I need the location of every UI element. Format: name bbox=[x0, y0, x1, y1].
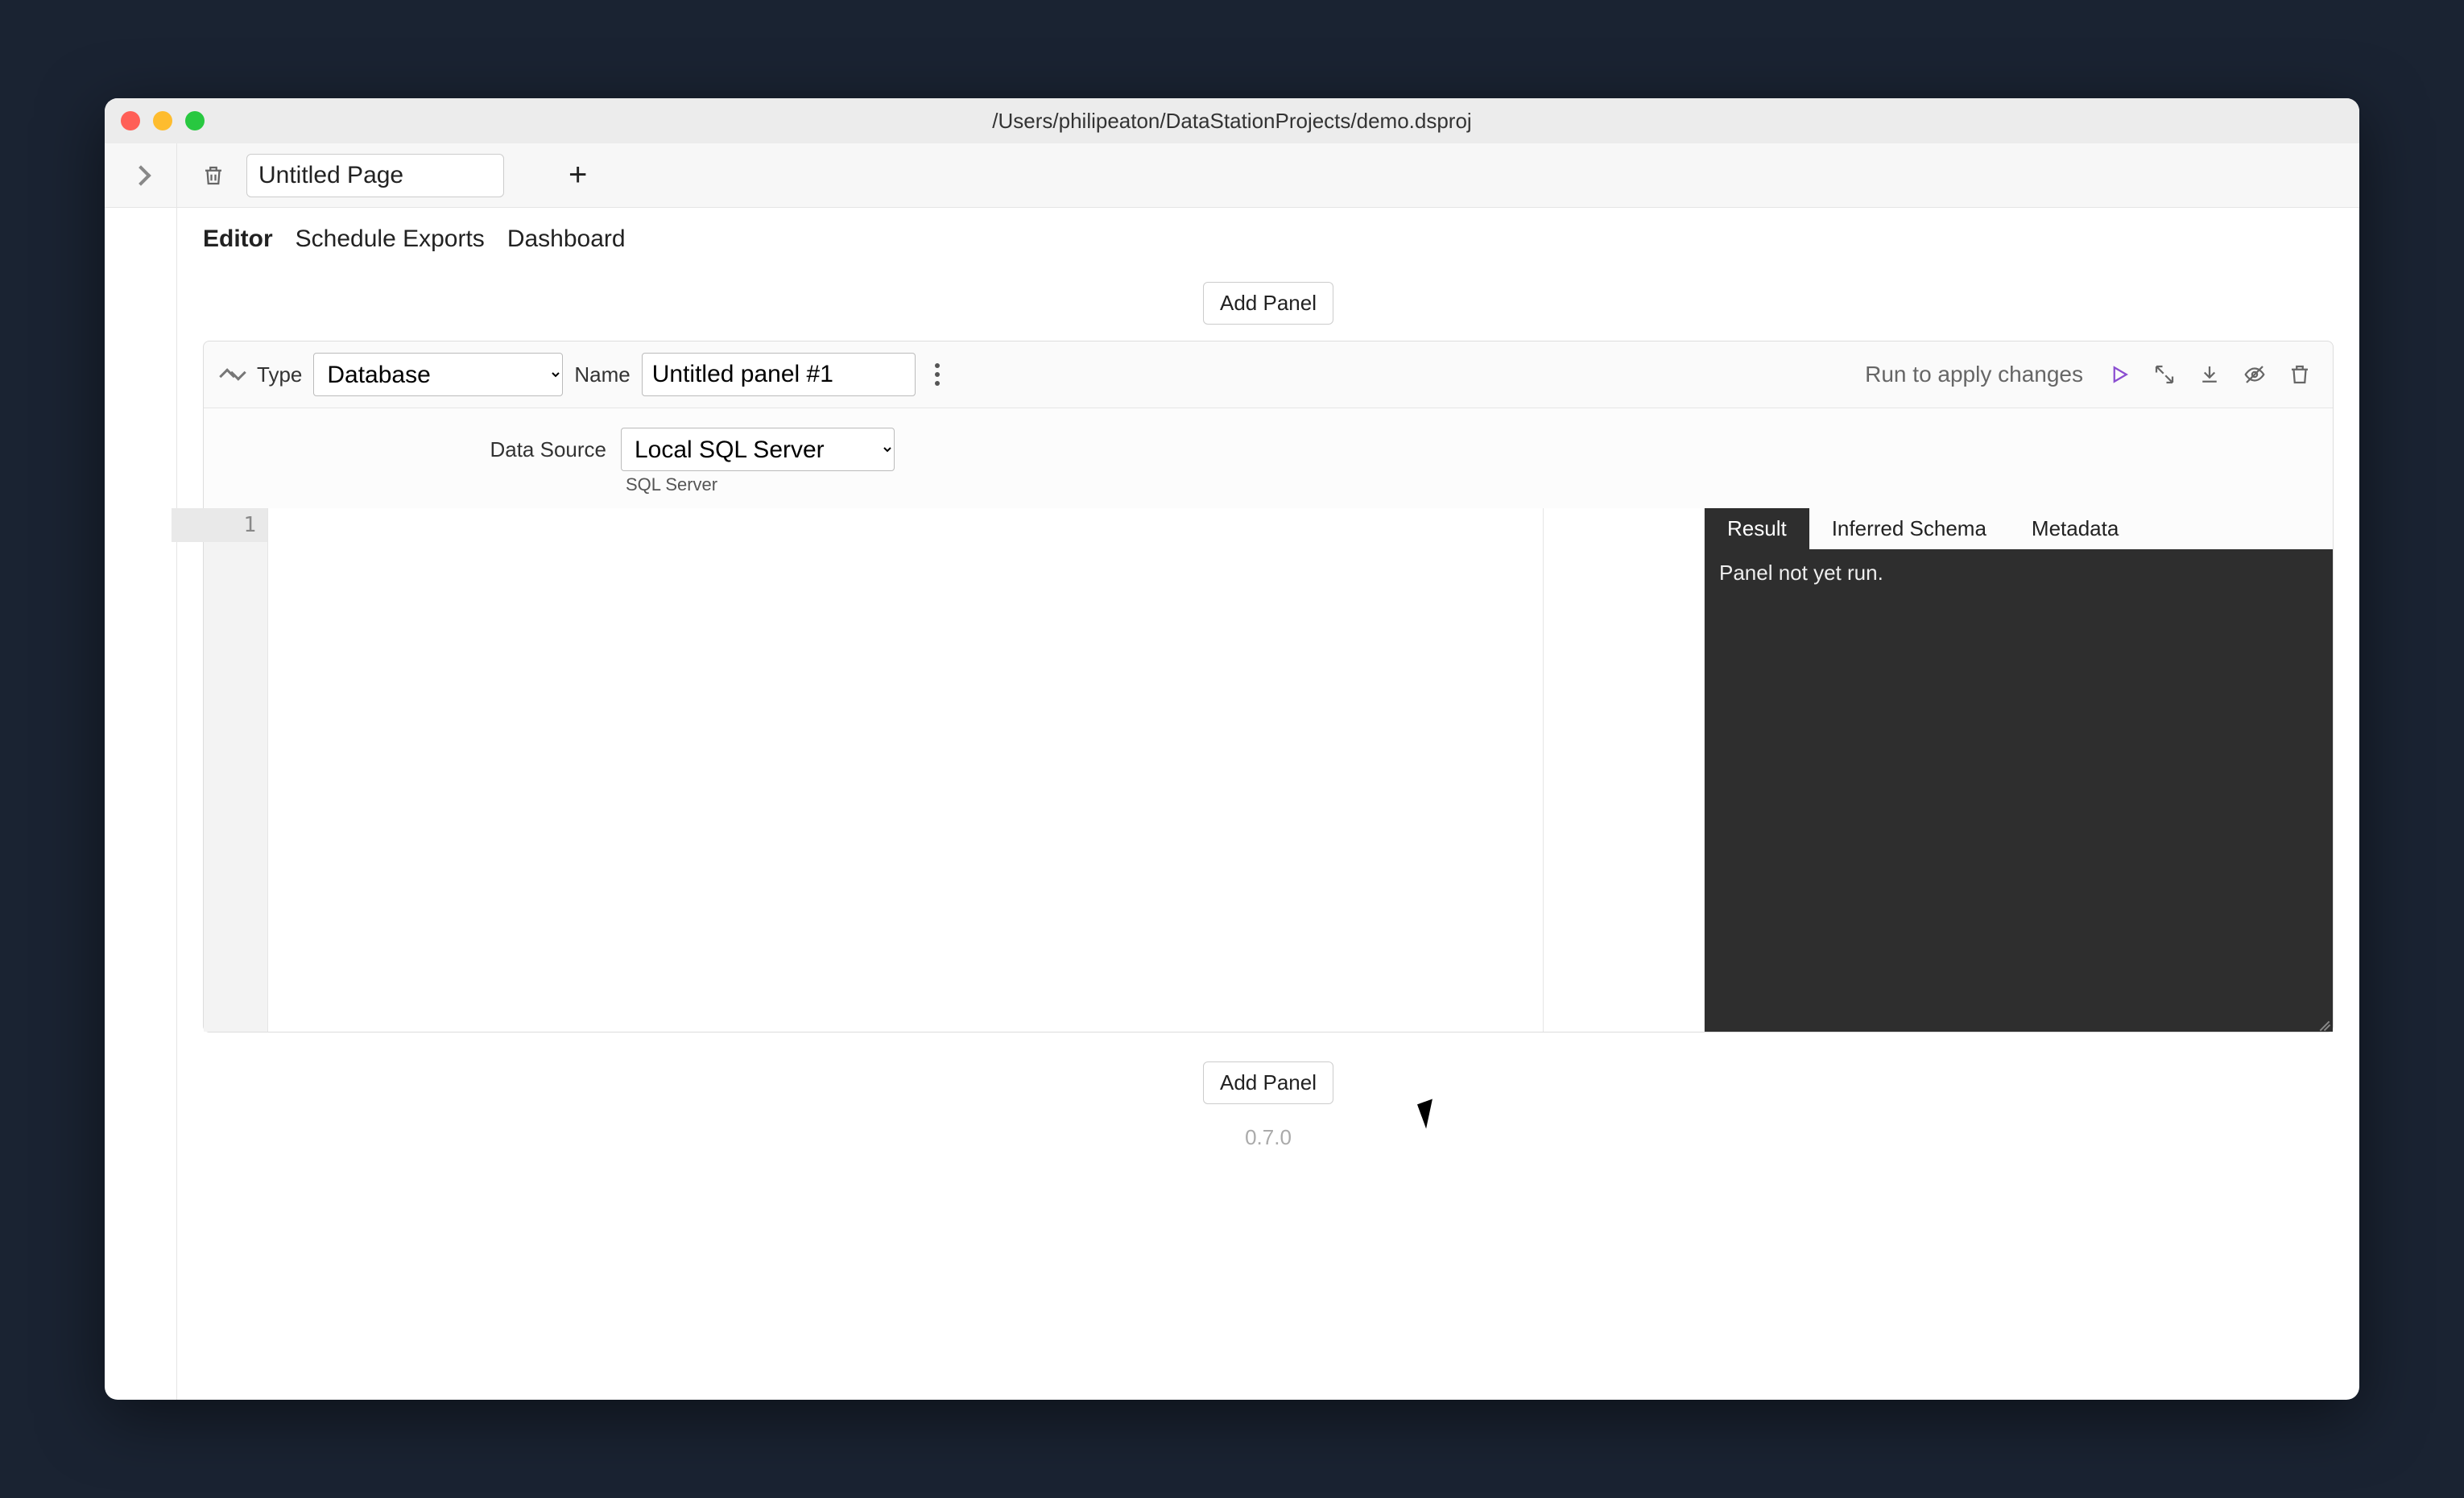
tab-editor[interactable]: Editor bbox=[203, 226, 273, 253]
sidebar-toggle[interactable] bbox=[105, 143, 177, 207]
result-tab-result[interactable]: Result bbox=[1705, 508, 1809, 549]
data-source-select[interactable]: Local SQL Server bbox=[621, 428, 895, 471]
content-row: Editor Schedule Exports Dashboard Add Pa… bbox=[105, 208, 2359, 1400]
sidebar-strip bbox=[105, 208, 177, 1400]
traffic-lights bbox=[121, 111, 205, 130]
trash-icon bbox=[2288, 362, 2312, 387]
expand-icon bbox=[2152, 362, 2177, 387]
panel-type-select[interactable]: Database bbox=[313, 353, 563, 396]
main-area: Editor Schedule Exports Dashboard Add Pa… bbox=[177, 208, 2359, 1400]
add-panel-button-bottom[interactable]: Add Panel bbox=[1203, 1061, 1333, 1104]
view-tabs: Editor Schedule Exports Dashboard bbox=[177, 208, 2359, 277]
result-tab-metadata[interactable]: Metadata bbox=[2009, 508, 2141, 549]
gutter-line-1: 1 bbox=[172, 508, 267, 542]
page-toolbar: + bbox=[105, 143, 2359, 208]
result-tabs: Result Inferred Schema Metadata bbox=[1705, 508, 2333, 549]
download-icon bbox=[2197, 362, 2222, 387]
editor-spacer bbox=[1544, 508, 1705, 1032]
play-icon bbox=[2107, 362, 2131, 387]
run-panel-button[interactable] bbox=[2102, 358, 2136, 391]
type-label: Type bbox=[257, 362, 302, 387]
version-label: 0.7.0 bbox=[1245, 1125, 1292, 1149]
hide-panel-button[interactable] bbox=[2238, 358, 2272, 391]
trash-icon bbox=[201, 163, 225, 188]
result-pane: Result Inferred Schema Metadata Panel no… bbox=[1705, 508, 2333, 1032]
resize-handle[interactable] bbox=[2317, 1016, 2331, 1030]
panel: Type Database Name Run to apply changes bbox=[203, 341, 2334, 1032]
result-message: Panel not yet run. bbox=[1705, 549, 2333, 1032]
editor-text-area[interactable] bbox=[268, 508, 1543, 1032]
delete-panel-button[interactable] bbox=[2283, 358, 2317, 391]
titlebar: /Users/philipeaton/DataStationProjects/d… bbox=[105, 98, 2359, 143]
page-name-input[interactable] bbox=[246, 154, 504, 197]
code-editor[interactable]: 1 bbox=[204, 508, 1544, 1032]
run-hint: Run to apply changes bbox=[1865, 362, 2083, 387]
maximize-window-button[interactable] bbox=[185, 111, 205, 130]
panel-subheader: Data Source Local SQL Server SQL Server bbox=[204, 408, 2333, 508]
delete-page-button[interactable] bbox=[196, 159, 230, 192]
app-window: /Users/philipeaton/DataStationProjects/d… bbox=[105, 98, 2359, 1400]
eye-off-icon bbox=[2243, 362, 2267, 387]
data-source-sublabel: SQL Server bbox=[621, 474, 895, 495]
panel-header: Type Database Name Run to apply changes bbox=[204, 341, 2333, 408]
window-title: /Users/philipeaton/DataStationProjects/d… bbox=[992, 109, 1471, 134]
panel-name-input[interactable] bbox=[642, 353, 916, 396]
tab-dashboard[interactable]: Dashboard bbox=[507, 226, 626, 253]
panel-menu-button[interactable] bbox=[927, 358, 948, 391]
editor-gutter: 1 bbox=[204, 508, 268, 1032]
data-source-label: Data Source bbox=[490, 437, 606, 462]
expand-panel-button[interactable] bbox=[2148, 358, 2181, 391]
name-label: Name bbox=[574, 362, 630, 387]
add-page-button[interactable]: + bbox=[568, 157, 587, 193]
panel-body: 1 Result Inferred Schema Metadata Panel … bbox=[204, 508, 2333, 1032]
download-panel-button[interactable] bbox=[2193, 358, 2226, 391]
close-window-button[interactable] bbox=[121, 111, 140, 130]
chevron-right-icon bbox=[130, 165, 151, 185]
result-tab-schema[interactable]: Inferred Schema bbox=[1809, 508, 2009, 549]
minimize-window-button[interactable] bbox=[153, 111, 172, 130]
add-panel-button-top[interactable]: Add Panel bbox=[1203, 282, 1333, 325]
tab-schedule-exports[interactable]: Schedule Exports bbox=[296, 226, 485, 253]
